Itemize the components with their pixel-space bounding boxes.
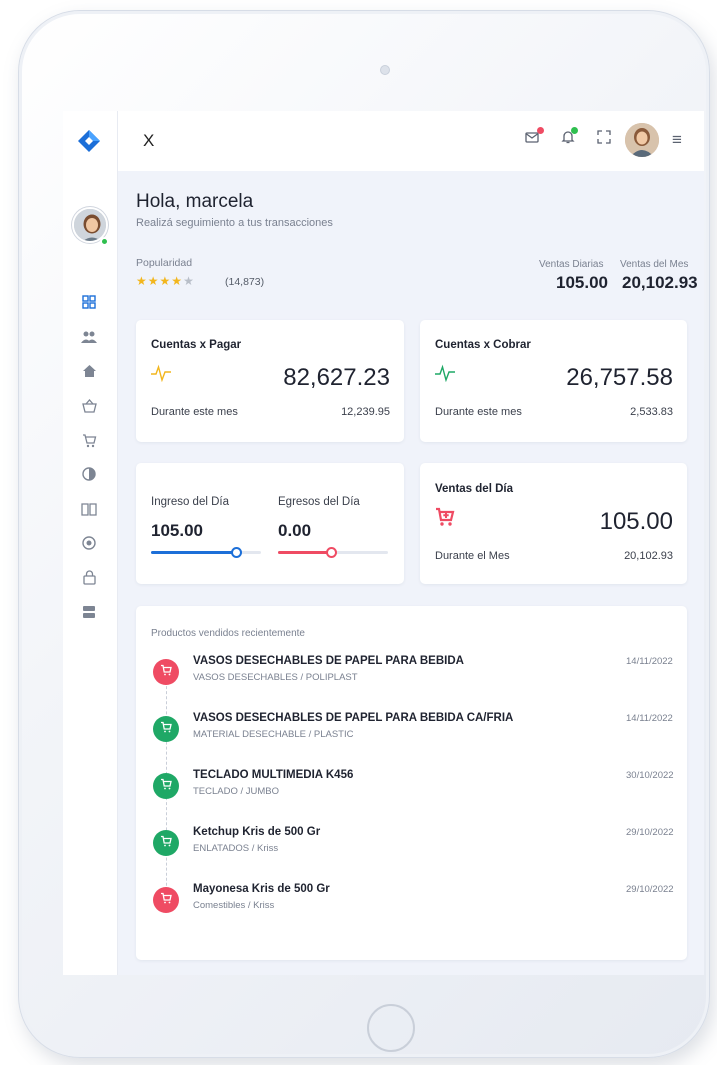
- aperture-icon[interactable]: [79, 536, 99, 556]
- cart-icon: [153, 887, 179, 913]
- greeting-title: Hola, marcela: [136, 191, 254, 212]
- monthly-sales-value: 20,102.93: [622, 273, 698, 292]
- product-category: VASOS DESECHABLES / POLIPLAST: [193, 672, 358, 683]
- expenses-value: 0.00: [278, 521, 312, 540]
- receivables-card[interactable]: Cuentas x Cobrar 26,757.58 Durante este …: [420, 320, 687, 442]
- star-icon: ★: [147, 274, 160, 288]
- payables-title: Cuentas x Pagar: [151, 339, 242, 351]
- star-icon: ★: [159, 274, 172, 288]
- cart-icon: [153, 830, 179, 856]
- popularity-label: Popularidad: [136, 257, 193, 269]
- home-icon[interactable]: [79, 364, 99, 384]
- book-icon[interactable]: [79, 502, 99, 522]
- expenses-label: Egresos del Día: [278, 496, 360, 508]
- recent-products-title: Productos vendidos recientemente: [151, 628, 305, 639]
- monthly-sales-label: Ventas del Mes: [620, 259, 689, 270]
- product-category: Comestibles / Kriss: [193, 900, 275, 911]
- star-icon: ★: [171, 274, 184, 288]
- receivables-period-value: 2,533.83: [630, 406, 673, 418]
- greeting-subtitle: Realizá seguimiento a tus transacciones: [136, 217, 333, 229]
- online-status-dot: [100, 237, 109, 246]
- product-date: 14/11/2022: [626, 656, 673, 667]
- cart-icon[interactable]: [79, 433, 99, 453]
- income-bar-fill: [151, 551, 236, 554]
- day-sales-period-value: 20,102.93: [624, 550, 673, 562]
- product-category: TECLADO / JUMBO: [193, 786, 280, 797]
- payables-period-value: 12,239.95: [341, 406, 390, 418]
- users-icon[interactable]: [79, 330, 99, 350]
- home-button[interactable]: [367, 1004, 415, 1052]
- payables-period-label: Durante este mes: [151, 406, 238, 418]
- top-bar: X ≡: [63, 111, 704, 171]
- product-name[interactable]: VASOS DESECHABLES DE PAPEL PARA BEBIDA: [193, 655, 464, 667]
- daily-flow-card: Ingreso del Día 105.00 Egresos del Día 0…: [136, 463, 404, 584]
- product-name[interactable]: Mayonesa Kris de 500 Gr: [193, 883, 330, 895]
- daily-sales-value: 105.00: [556, 273, 608, 292]
- income-value: 105.00: [151, 521, 203, 540]
- cart-icon: [153, 716, 179, 742]
- product-category: ENLATADOS / Kriss: [193, 843, 279, 854]
- tablet-frame: X ≡ Hola, marcela Realizá seguimiento a …: [18, 10, 710, 1058]
- cart-icon: [153, 659, 179, 685]
- activity-icon: [150, 364, 172, 388]
- star-icon: ★: [136, 274, 148, 288]
- pie-chart-icon[interactable]: [79, 467, 99, 487]
- star-rating: ★★★★★: [136, 274, 195, 288]
- receivables-period-label: Durante este mes: [435, 406, 522, 418]
- fullscreen-icon[interactable]: [593, 129, 615, 151]
- payables-card[interactable]: Cuentas x Pagar 82,627.23 Durante este m…: [136, 320, 404, 442]
- product-date: 29/10/2022: [626, 827, 674, 838]
- receivables-title: Cuentas x Cobrar: [435, 339, 531, 351]
- daily-sales-label: Ventas Diarias: [539, 259, 604, 270]
- user-avatar[interactable]: [625, 123, 659, 157]
- product-category: MATERIAL DESECHABLE / PLASTIC: [193, 729, 354, 740]
- product-date: 30/10/2022: [626, 770, 674, 781]
- day-sales-period-label: Durante el Mes: [435, 550, 510, 562]
- expenses-bar-fill: [278, 551, 331, 554]
- payables-value: 82,627.23: [283, 364, 390, 391]
- expenses-slider-handle[interactable]: [326, 547, 337, 558]
- product-date: 14/11/2022: [626, 713, 673, 724]
- star-icon: ★: [183, 274, 195, 288]
- product-date: 29/10/2022: [626, 884, 674, 895]
- logo-icon[interactable]: [77, 129, 101, 153]
- lock-icon[interactable]: [79, 570, 99, 590]
- basket-icon[interactable]: [79, 399, 99, 419]
- bell-badge: [571, 127, 578, 134]
- app-screen: X ≡ Hola, marcela Realizá seguimiento a …: [63, 111, 704, 975]
- sidebar: [63, 111, 118, 975]
- menu-icon[interactable]: ≡: [666, 129, 688, 151]
- receivables-value: 26,757.58: [566, 364, 673, 391]
- server-icon[interactable]: [79, 605, 99, 625]
- cart-icon: [153, 773, 179, 799]
- activity-icon: [434, 364, 456, 388]
- product-name[interactable]: Ketchup Kris de 500 Gr: [193, 826, 320, 838]
- income-label: Ingreso del Día: [151, 496, 229, 508]
- cart-plus-icon: [435, 507, 455, 532]
- mail-badge: [537, 127, 544, 134]
- day-sales-card[interactable]: Ventas del Día 105.00 Durante el Mes 20,…: [420, 463, 687, 584]
- day-sales-title: Ventas del Día: [435, 483, 513, 495]
- income-slider-handle[interactable]: [231, 547, 242, 558]
- close-menu-button[interactable]: X: [143, 129, 154, 153]
- product-name[interactable]: TECLADO MULTIMEDIA K456: [193, 769, 353, 781]
- day-sales-value: 105.00: [599, 508, 673, 535]
- rating-count: (14,873): [225, 276, 265, 288]
- product-name[interactable]: VASOS DESECHABLES DE PAPEL PARA BEBIDA C…: [193, 712, 513, 724]
- dashboard-icon[interactable]: [79, 295, 99, 315]
- camera: [380, 65, 390, 75]
